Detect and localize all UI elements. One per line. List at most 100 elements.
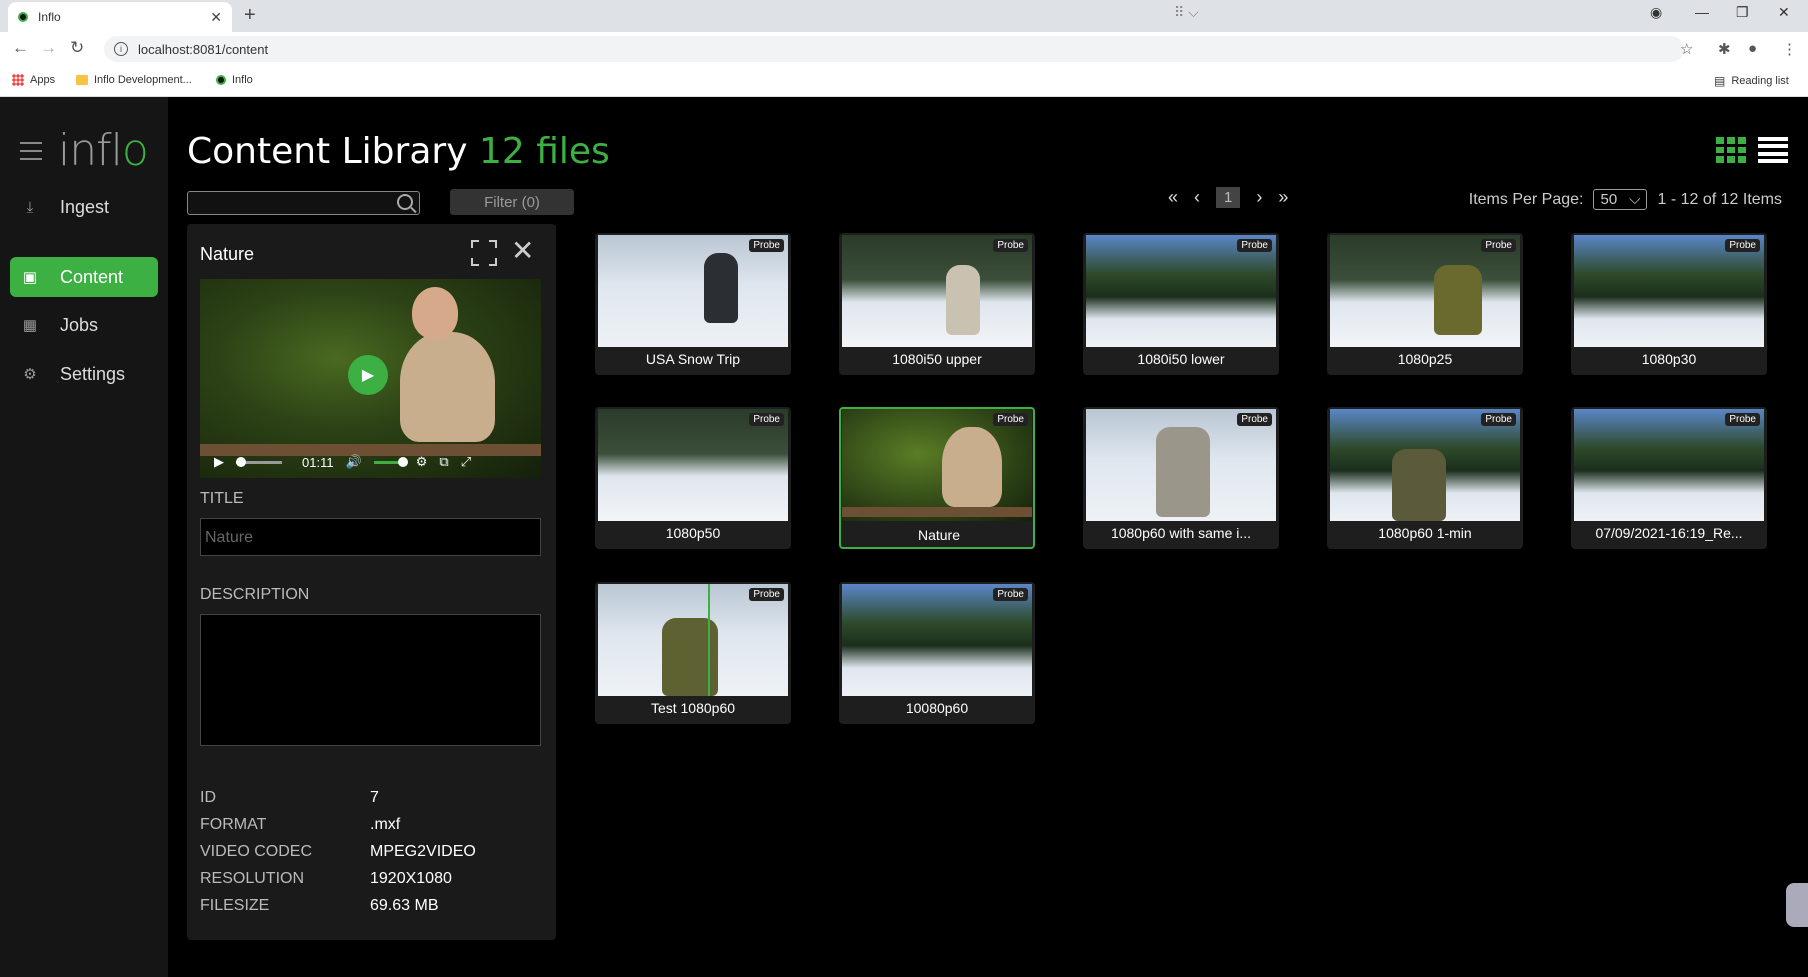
file-label: 1080p30 xyxy=(1641,351,1697,367)
search-input[interactable] xyxy=(187,191,420,215)
last-page-icon[interactable]: » xyxy=(1278,187,1288,208)
file-card[interactable]: Probe 07/09/2021-16:19_Re... xyxy=(1571,407,1767,549)
search-icon[interactable] xyxy=(397,194,413,210)
probe-badge[interactable]: Probe xyxy=(993,588,1028,601)
title-label: TITLE xyxy=(200,490,244,507)
probe-badge[interactable]: Probe xyxy=(1481,239,1516,252)
file-card[interactable]: Probe 1080p60 1-min xyxy=(1327,407,1523,549)
view-toggle xyxy=(1716,137,1788,163)
account-icon[interactable]: ● xyxy=(1748,40,1757,57)
next-page-icon[interactable]: › xyxy=(1256,187,1262,208)
bookmark-apps[interactable]: Apps xyxy=(12,74,55,86)
sidebar-item-settings[interactable]: ⚙ Settings xyxy=(10,354,158,394)
file-card[interactable]: Probe 1080p60 with same i... xyxy=(1083,407,1279,549)
close-panel-icon[interactable]: ✕ xyxy=(511,234,534,267)
bookmark-label: Inflo Development... xyxy=(94,74,192,86)
player-time: 01:11 xyxy=(302,454,334,470)
grid-view-icon[interactable] xyxy=(1716,137,1746,163)
file-card[interactable]: Probe 1080p30 xyxy=(1571,233,1767,375)
first-page-icon[interactable]: « xyxy=(1168,187,1178,208)
settings-icon[interactable]: ⚙ xyxy=(416,454,428,470)
sidebar: inflo ⤓ Ingest ▣ Content ▦ Jobs ⚙ Settin… xyxy=(0,97,168,977)
file-card[interactable]: Probe 1080i50 upper xyxy=(839,233,1035,375)
address-bar: ← → ↻ i localhost:8081/content ☆ ✱ ● ⋮ xyxy=(0,32,1808,65)
logo-text: infl xyxy=(58,125,123,176)
file-label: 1080p60 with same i... xyxy=(1110,525,1252,541)
expand-icon[interactable]: ⤢ xyxy=(461,454,471,470)
file-label: 1080i50 lower xyxy=(1137,351,1225,367)
file-label: Test 1080p60 xyxy=(650,700,736,716)
probe-badge[interactable]: Probe xyxy=(1481,413,1516,426)
bookmark-star-icon[interactable]: ☆ xyxy=(1680,40,1693,58)
detail-title: Nature xyxy=(200,244,255,264)
video-player[interactable]: ▶ ▶ 01:11 🔊 ⚙ ⧉ ⤢ xyxy=(200,279,541,478)
profile-menu-icon[interactable]: ◉ xyxy=(1650,4,1662,21)
probe-badge[interactable]: Probe xyxy=(1725,413,1760,426)
meta-row-format: FORMAT .mxf xyxy=(200,816,401,833)
back-icon[interactable]: ← xyxy=(12,38,29,58)
filter-button[interactable]: Filter (0) xyxy=(450,189,574,215)
window-close-icon[interactable]: ✕ xyxy=(1778,4,1790,21)
probe-badge[interactable]: Probe xyxy=(1725,239,1760,252)
sidebar-item-label: Content xyxy=(60,266,124,287)
probe-badge[interactable]: Probe xyxy=(993,413,1028,426)
reading-list-label: Reading list xyxy=(1731,75,1789,87)
bookmark-inflo-development[interactable]: Inflo Development... xyxy=(76,74,192,86)
volume-slider[interactable] xyxy=(373,456,408,467)
side-widget-tab[interactable] xyxy=(1786,883,1808,927)
probe-badge[interactable]: Probe xyxy=(749,588,784,601)
url-text: localhost:8081/content xyxy=(138,41,269,57)
probe-badge[interactable]: Probe xyxy=(749,239,784,252)
description-field[interactable] xyxy=(200,614,541,746)
bookmarks-bar: Apps Inflo Development... Inflo ▤ Readin… xyxy=(0,65,1808,97)
file-card[interactable]: Probe USA Snow Trip xyxy=(595,233,791,375)
extensions-icon[interactable]: ✱ xyxy=(1718,40,1731,58)
items-per-page-select[interactable]: 50 ⌵ xyxy=(1593,189,1648,210)
popout-icon[interactable]: ⧉ xyxy=(439,454,448,470)
progress-slider[interactable] xyxy=(236,456,282,467)
bookmark-inflo[interactable]: Inflo xyxy=(216,74,253,86)
browser-tab[interactable]: Inflo ✕ xyxy=(8,2,232,32)
probe-badge[interactable]: Probe xyxy=(749,413,784,426)
window-grid-icon: ⠿ ⌵ xyxy=(1174,4,1199,20)
file-card[interactable]: Probe 1080p50 xyxy=(595,407,791,549)
fullscreen-icon[interactable] xyxy=(471,240,497,266)
logo-accent: o xyxy=(121,125,149,176)
file-card[interactable]: Probe Test 1080p60 xyxy=(595,582,791,724)
sidebar-item-content[interactable]: ▣ Content xyxy=(10,257,158,297)
browser-menu-icon[interactable]: ⋮ xyxy=(1782,40,1797,58)
probe-badge[interactable]: Probe xyxy=(1237,413,1272,426)
file-card-selected[interactable]: Probe Nature xyxy=(839,407,1035,549)
play-icon[interactable]: ▶ xyxy=(214,454,224,470)
play-overlay-icon[interactable]: ▶ xyxy=(348,355,388,395)
probe-badge[interactable]: Probe xyxy=(993,239,1028,252)
url-field[interactable]: i localhost:8081/content xyxy=(104,36,1684,62)
probe-badge[interactable]: Probe xyxy=(1237,239,1272,252)
sidebar-item-label: Settings xyxy=(60,363,126,384)
items-per-page-label: Items Per Page: xyxy=(1468,190,1584,208)
site-info-icon[interactable]: i xyxy=(114,42,128,56)
new-tab-icon[interactable]: + xyxy=(244,4,256,27)
restore-icon[interactable]: ❐ xyxy=(1736,4,1749,21)
current-page[interactable]: 1 xyxy=(1216,187,1241,208)
file-card[interactable]: Probe 1080p25 xyxy=(1327,233,1523,375)
inflo-favicon-icon xyxy=(216,75,226,85)
thumbnail: Probe xyxy=(1330,235,1520,347)
file-card[interactable]: Probe 1080i50 lower xyxy=(1083,233,1279,375)
sidebar-item-jobs[interactable]: ▦ Jobs xyxy=(10,305,158,345)
minimize-icon[interactable]: — xyxy=(1695,4,1709,20)
forward-icon[interactable]: → xyxy=(40,38,57,58)
items-per-page-value: 50 xyxy=(1600,191,1618,208)
sidebar-item-ingest[interactable]: ⤓ Ingest xyxy=(10,187,158,227)
hamburger-menu-icon[interactable] xyxy=(20,142,42,166)
close-tab-icon[interactable]: ✕ xyxy=(210,9,222,26)
file-count: 12 files xyxy=(478,131,610,172)
file-card[interactable]: Probe 10080p60 xyxy=(839,582,1035,724)
volume-icon[interactable]: 🔊 xyxy=(346,454,362,470)
title-field[interactable]: Nature xyxy=(200,518,541,556)
list-view-icon[interactable] xyxy=(1758,137,1788,163)
gear-icon: ⚙ xyxy=(23,366,37,383)
previous-page-icon[interactable]: ‹ xyxy=(1194,187,1200,208)
reading-list[interactable]: ▤ Reading list xyxy=(1714,74,1789,88)
reload-icon[interactable]: ↻ xyxy=(70,38,84,58)
